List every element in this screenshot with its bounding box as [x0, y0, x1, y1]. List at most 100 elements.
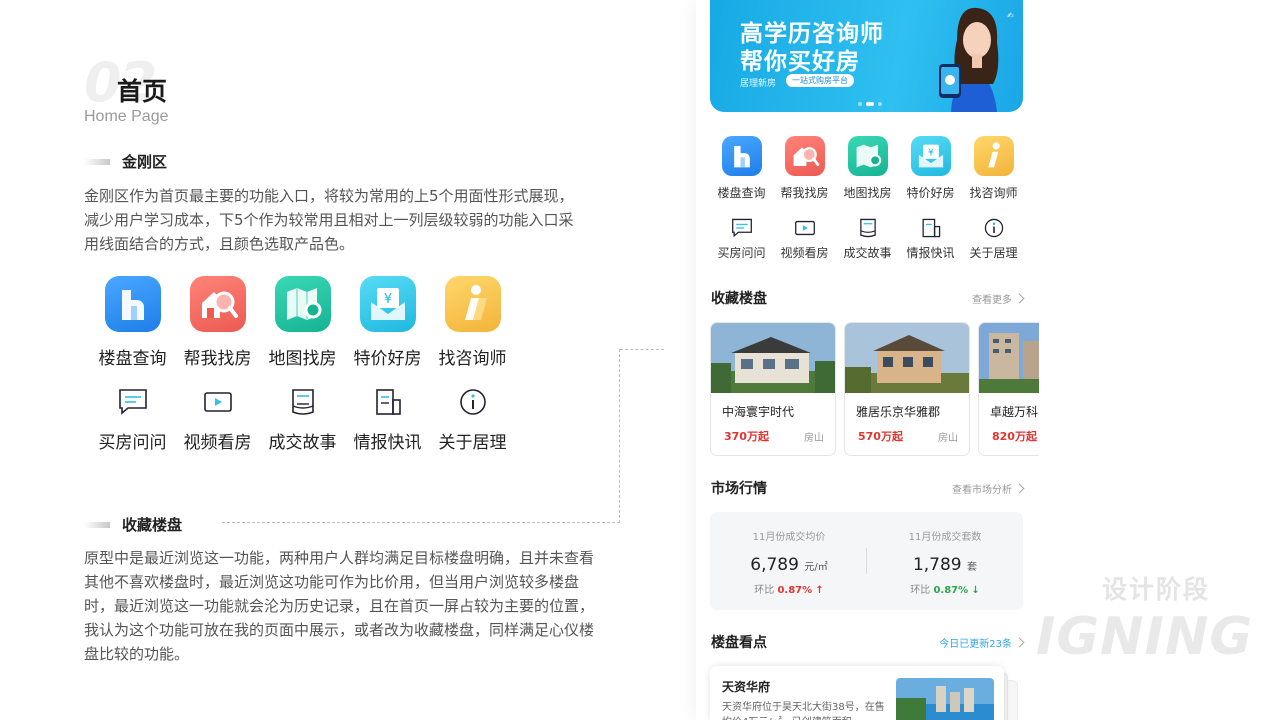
news-title: 楼盘看点 — [711, 635, 767, 651]
connector-line — [619, 349, 620, 523]
primary-entry-grid: 楼盘查询 帮我找房 地图找房 ¥ 特价好房 找咨询师 — [90, 276, 520, 369]
favorites-more-link[interactable]: 查看更多 — [972, 291, 1025, 306]
news-item-title: 天资华府 — [722, 680, 771, 694]
entry-label: 关于居理 — [969, 246, 1018, 260]
house-magnifier-icon — [784, 136, 825, 176]
block-heading-kingkong: 金刚区 — [84, 151, 167, 172]
property-image — [979, 323, 1039, 393]
phone-primary-grid: 楼盘查询 帮我找房 地图找房 ¥ 特价好房 找咨询师 — [710, 136, 1026, 201]
entry-deal-stories[interactable]: 成交故事 — [260, 388, 345, 453]
chevron-right-icon — [1014, 637, 1025, 647]
phone-entry-deal-stories[interactable]: 成交故事 — [836, 218, 899, 261]
entry-label: 买房问问 — [98, 433, 167, 453]
map-pin-icon — [274, 276, 331, 332]
phone-entry-about[interactable]: 关于居理 — [962, 218, 1025, 261]
play-video-icon — [203, 392, 232, 412]
property-card[interactable]: 卓越万科 820万起 — [978, 322, 1039, 456]
info-consultant-icon — [973, 136, 1014, 176]
banner-pagination[interactable] — [858, 102, 882, 106]
heading-bar — [84, 521, 110, 528]
stat-avg-price: 11月份成交均价 6,789 元/㎡ 环比 0.87% ↑ — [714, 528, 864, 596]
entry-label: 成交故事 — [268, 433, 337, 453]
chevron-right-icon — [1014, 483, 1025, 493]
property-name: 卓越万科 — [990, 405, 1039, 419]
chevron-right-icon — [1014, 293, 1025, 303]
entry-special-offer[interactable]: ¥ 特价好房 — [345, 276, 430, 369]
block-heading-favorites: 收藏楼盘 — [84, 514, 182, 535]
news-update-link[interactable]: 今日已更新23条 — [939, 635, 1025, 650]
phone-entry-building-search[interactable]: 楼盘查询 — [710, 136, 773, 201]
entry-label: 情报快讯 — [353, 433, 422, 453]
entry-label: 情报快讯 — [906, 246, 955, 260]
connector-line — [620, 349, 664, 350]
banner-line2: 帮你买好房 — [740, 49, 860, 75]
block-heading-label: 收藏楼盘 — [122, 516, 183, 534]
entry-label: 帮我找房 — [183, 349, 252, 369]
market-title: 市场行情 — [711, 481, 767, 497]
news-item-desc: 天资华府位于昊天北大街38号，在售均价4万元/㎡，已创建筑面积 — [722, 702, 885, 720]
entry-label: 楼盘查询 — [98, 349, 167, 369]
property-area: 房山 — [938, 432, 958, 444]
banner-tag: 一站式购房平台 — [786, 74, 854, 87]
info-consultant-icon — [444, 276, 501, 332]
info-circle-icon — [984, 218, 1003, 238]
building-search-icon — [721, 136, 762, 176]
phone-entry-news-flash[interactable]: 情报快讯 — [899, 218, 962, 261]
phone-entry-house-finder[interactable]: 帮我找房 — [773, 136, 836, 201]
heading-bar — [84, 158, 110, 165]
entry-news-flash[interactable]: 情报快讯 — [345, 388, 430, 453]
stat-value: 1,789 套 — [912, 555, 978, 575]
stat-label: 11月份成交套数 — [908, 532, 982, 543]
yen-envelope-icon: ¥ — [359, 276, 416, 332]
info-circle-icon — [459, 389, 486, 415]
property-card[interactable]: 中海寰宇时代 370万起 房山 — [710, 322, 836, 456]
entry-label: 帮我找房 — [780, 186, 829, 200]
promo-banner[interactable]: 高学历咨询师 帮你买好房 居理新房 一站式购房平台 ✍ — [710, 0, 1023, 112]
entry-video-tour[interactable]: 视频看房 — [175, 388, 260, 453]
phone-entry-special-offer[interactable]: ¥ 特价好房 — [899, 136, 962, 201]
phone-entry-ask-question[interactable]: 买房问问 — [710, 218, 773, 261]
entry-label: 成交故事 — [843, 246, 892, 260]
arrow-up-icon: ↑ — [815, 585, 824, 596]
phone-entry-find-consultant[interactable]: 找咨询师 — [962, 136, 1025, 201]
favorites-header: 收藏楼盘 查看更多 — [711, 288, 1025, 308]
entry-find-consultant[interactable]: 找咨询师 — [430, 276, 515, 369]
entry-building-search[interactable]: 楼盘查询 — [90, 276, 175, 369]
connector-line — [222, 522, 620, 523]
entry-ask-question[interactable]: 买房问问 — [90, 388, 175, 453]
map-pin-icon — [847, 136, 888, 176]
entry-map-search[interactable]: 地图找房 — [260, 276, 345, 369]
stat-change: 环比 0.87% ↑ — [754, 585, 824, 596]
phone-mockup: 高学历咨询师 帮你买好房 居理新房 一站式购房平台 ✍ 楼盘查询 帮我找房 地图… — [696, 0, 1039, 720]
property-area: 房山 — [804, 432, 824, 444]
entry-label: 买房问问 — [717, 246, 766, 260]
market-analysis-link[interactable]: 查看市场分析 — [952, 481, 1025, 496]
news-card[interactable]: 天资华府 天资华府位于昊天北大街38号，在售均价4万元/㎡，已创建筑面积 — [710, 666, 1004, 720]
entry-house-finder[interactable]: 帮我找房 — [175, 276, 260, 369]
decor-text-en: IGNING — [1036, 607, 1254, 667]
block-text-favorites: 原型中是最近浏览这一功能，两种用户人群均满足目标楼盘明确，且并未查看其他不喜欢楼… — [84, 549, 595, 663]
entry-label: 特价好房 — [353, 349, 422, 369]
slide: 02 首页 Home Page 金刚区 金刚区作为首页最主要的功能入口，将较为常… — [0, 0, 1280, 720]
block-text-kingkong: 金刚区作为首页最主要的功能入口，将较为常用的上5个用面性形式展现，减少用户学习成… — [84, 187, 574, 253]
property-name: 中海寰宇时代 — [722, 405, 795, 419]
arrow-down-icon: ↓ — [971, 585, 980, 596]
entry-about[interactable]: 关于居理 — [430, 388, 515, 453]
entry-label: 地图找房 — [843, 186, 892, 200]
section-subtitle: Home Page — [84, 108, 169, 125]
phone-secondary-grid: 买房问问 视频看房 成交故事 情报快讯 关于居理 — [710, 218, 1026, 261]
favorites-list: 中海寰宇时代 370万起 房山 雅居乐京华雅郡 570万起 房山 卓越万科 820万… — [710, 322, 1039, 456]
property-card[interactable]: 雅居乐京华雅郡 570万起 房山 — [844, 322, 970, 456]
property-name: 雅居乐京华雅郡 — [856, 405, 941, 419]
stat-label: 11月份成交均价 — [752, 532, 826, 543]
market-stats-card[interactable]: 11月份成交均价 6,789 元/㎡ 环比 0.87% ↑ 11月份成交套数 1… — [710, 512, 1023, 610]
phone-entry-map-search[interactable]: 地图找房 — [836, 136, 899, 201]
news-doc-icon — [922, 218, 940, 238]
news-doc-icon — [375, 389, 401, 415]
entry-label: 视频看房 — [780, 246, 829, 260]
property-image — [845, 323, 969, 393]
block-heading-label: 金刚区 — [122, 153, 168, 171]
phone-entry-video-tour[interactable]: 视频看房 — [773, 218, 836, 261]
spokeswoman-image: ✍ — [939, 7, 1014, 112]
property-price: 570万起 — [858, 430, 903, 443]
